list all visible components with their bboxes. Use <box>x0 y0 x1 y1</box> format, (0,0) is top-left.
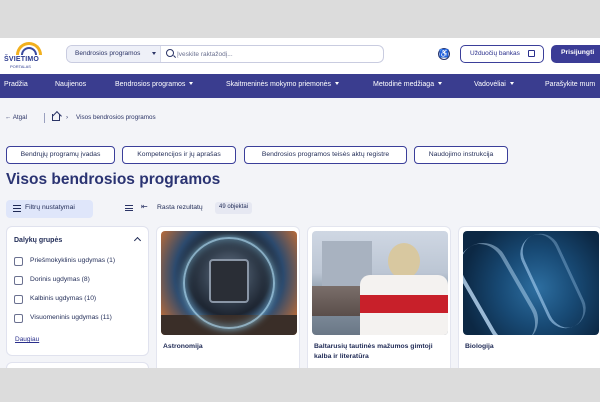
external-link-icon <box>528 50 535 57</box>
nav-item-methodology[interactable]: Metodinė medžiaga <box>373 81 443 88</box>
back-link[interactable]: ← Atgal <box>5 114 27 121</box>
task-bank-button[interactable]: Užduočių bankas <box>460 45 544 63</box>
program-card[interactable]: Biologija <box>458 226 600 368</box>
list-view-icon[interactable] <box>125 205 133 211</box>
nav-label: Metodinė medžiaga <box>373 81 435 88</box>
site-header: ŠVIETIMO PORTALAS Bendrosios programos ♿… <box>0 38 600 74</box>
back-label: Atgal <box>12 114 28 121</box>
filters-label: Filtrų nustatymai <box>25 204 75 211</box>
card-title[interactable]: Biologija <box>465 342 595 352</box>
nav-item-home[interactable]: Pradžia <box>4 81 28 88</box>
sliders-icon <box>13 205 21 212</box>
results-label: Rasta rezultatų <box>157 204 203 211</box>
nav-label: Naujienos <box>55 81 87 88</box>
checkbox[interactable] <box>14 276 23 285</box>
nav-item-textbooks[interactable]: Vadovėliai <box>474 81 514 88</box>
chip-intro[interactable]: Bendrųjų programų įvadas <box>6 146 115 164</box>
chevron-down-icon <box>152 52 156 55</box>
search-input[interactable] <box>177 48 377 60</box>
chevron-down-icon <box>189 82 194 85</box>
breadcrumb-chevron-icon: › <box>66 114 69 121</box>
search-category-select[interactable]: Bendrosios programos <box>67 46 161 62</box>
chevron-down-icon <box>509 82 514 85</box>
chevron-down-icon <box>438 82 443 85</box>
chip-legal-register[interactable]: Bendrosios programos teisės aktų registr… <box>244 146 407 164</box>
accessibility-icon[interactable]: ♿ <box>438 48 450 60</box>
checkbox[interactable] <box>14 295 23 304</box>
nav-label: Pradžia <box>4 81 28 88</box>
nav-label: Vadovėliai <box>474 81 506 88</box>
search-icon <box>166 49 174 57</box>
program-card[interactable]: Astronomija <box>156 226 300 368</box>
show-more-link[interactable]: Daugiau <box>15 336 39 343</box>
nav-label: Skaitmeninės mokymo priemonės <box>226 81 332 88</box>
filters-button[interactable]: Filtrų nustatymai <box>6 200 93 218</box>
arrow-left-icon: ← <box>5 114 12 121</box>
main-nav: Pradžia Naujienos Bendrosios programos S… <box>0 74 600 98</box>
program-card[interactable]: Baltarusių tautinės mažumos gimtoji kalb… <box>307 226 451 368</box>
checkbox[interactable] <box>14 257 23 266</box>
checkbox[interactable] <box>14 314 23 323</box>
nav-label: Parašykite mum <box>545 81 596 88</box>
task-bank-label: Užduočių bankas <box>470 50 520 57</box>
card-image-flag <box>312 231 448 335</box>
site-logo[interactable]: ŠVIETIMO PORTALAS <box>4 42 48 70</box>
filter-option-label: Kalbinis ugdymas (10) <box>30 295 97 302</box>
filter-option-label: Priešmokyklinis ugdymas (1) <box>30 257 116 264</box>
filter-option-label: Visuomeninis ugdymas (11) <box>30 314 112 321</box>
page-frame: ŠVIETIMO PORTALAS Bendrosios programos ♿… <box>0 38 600 368</box>
logo-subtext: PORTALAS <box>10 64 31 69</box>
page-title: Visos bendrosios programos <box>6 171 221 188</box>
results-count-badge: 49 objektai <box>215 202 253 214</box>
image-person-head <box>388 243 420 279</box>
card-image-dna <box>463 231 599 335</box>
collapse-icon[interactable]: ⇤ <box>141 202 148 211</box>
filter-group-title: Dalykų grupės <box>14 237 63 244</box>
logo-text: ŠVIETIMO <box>4 56 40 63</box>
nav-label: Bendrosios programos <box>115 81 186 88</box>
filter-panel-collapsed <box>6 362 149 368</box>
image-flag-red <box>360 295 448 313</box>
search-bar: Bendrosios programos <box>66 45 384 63</box>
search-category-label: Bendrosios programos <box>75 50 141 57</box>
card-image-astronomy <box>161 231 297 335</box>
nav-item-news[interactable]: Naujienos <box>55 81 86 88</box>
nav-item-contact[interactable]: Parašykite mum <box>545 81 595 88</box>
telescope-icon <box>209 259 249 303</box>
home-icon[interactable] <box>52 114 60 121</box>
filter-panel: Dalykų grupės Priešmokyklinis ugdymas (1… <box>6 226 149 356</box>
chevron-up-icon[interactable] <box>133 236 142 245</box>
filter-option-label: Dorinis ugdymas (8) <box>30 276 90 283</box>
nav-item-curricula[interactable]: Bendrosios programos <box>115 81 194 88</box>
breadcrumb-current: Visos bendrosios programos <box>76 114 156 121</box>
chip-competencies[interactable]: Kompetencijos ir jų aprašas <box>122 146 236 164</box>
breadcrumb-divider <box>44 113 45 123</box>
nav-item-digital-tools[interactable]: Skaitmeninės mokymo priemonės <box>226 81 340 88</box>
chevron-down-icon <box>335 82 340 85</box>
card-title[interactable]: Baltarusių tautinės mažumos gimtoji kalb… <box>314 342 444 362</box>
chip-instructions[interactable]: Naudojimo instrukcija <box>414 146 508 164</box>
card-title[interactable]: Astronomija <box>163 342 293 352</box>
login-button[interactable]: Prisijungti <box>551 45 600 63</box>
